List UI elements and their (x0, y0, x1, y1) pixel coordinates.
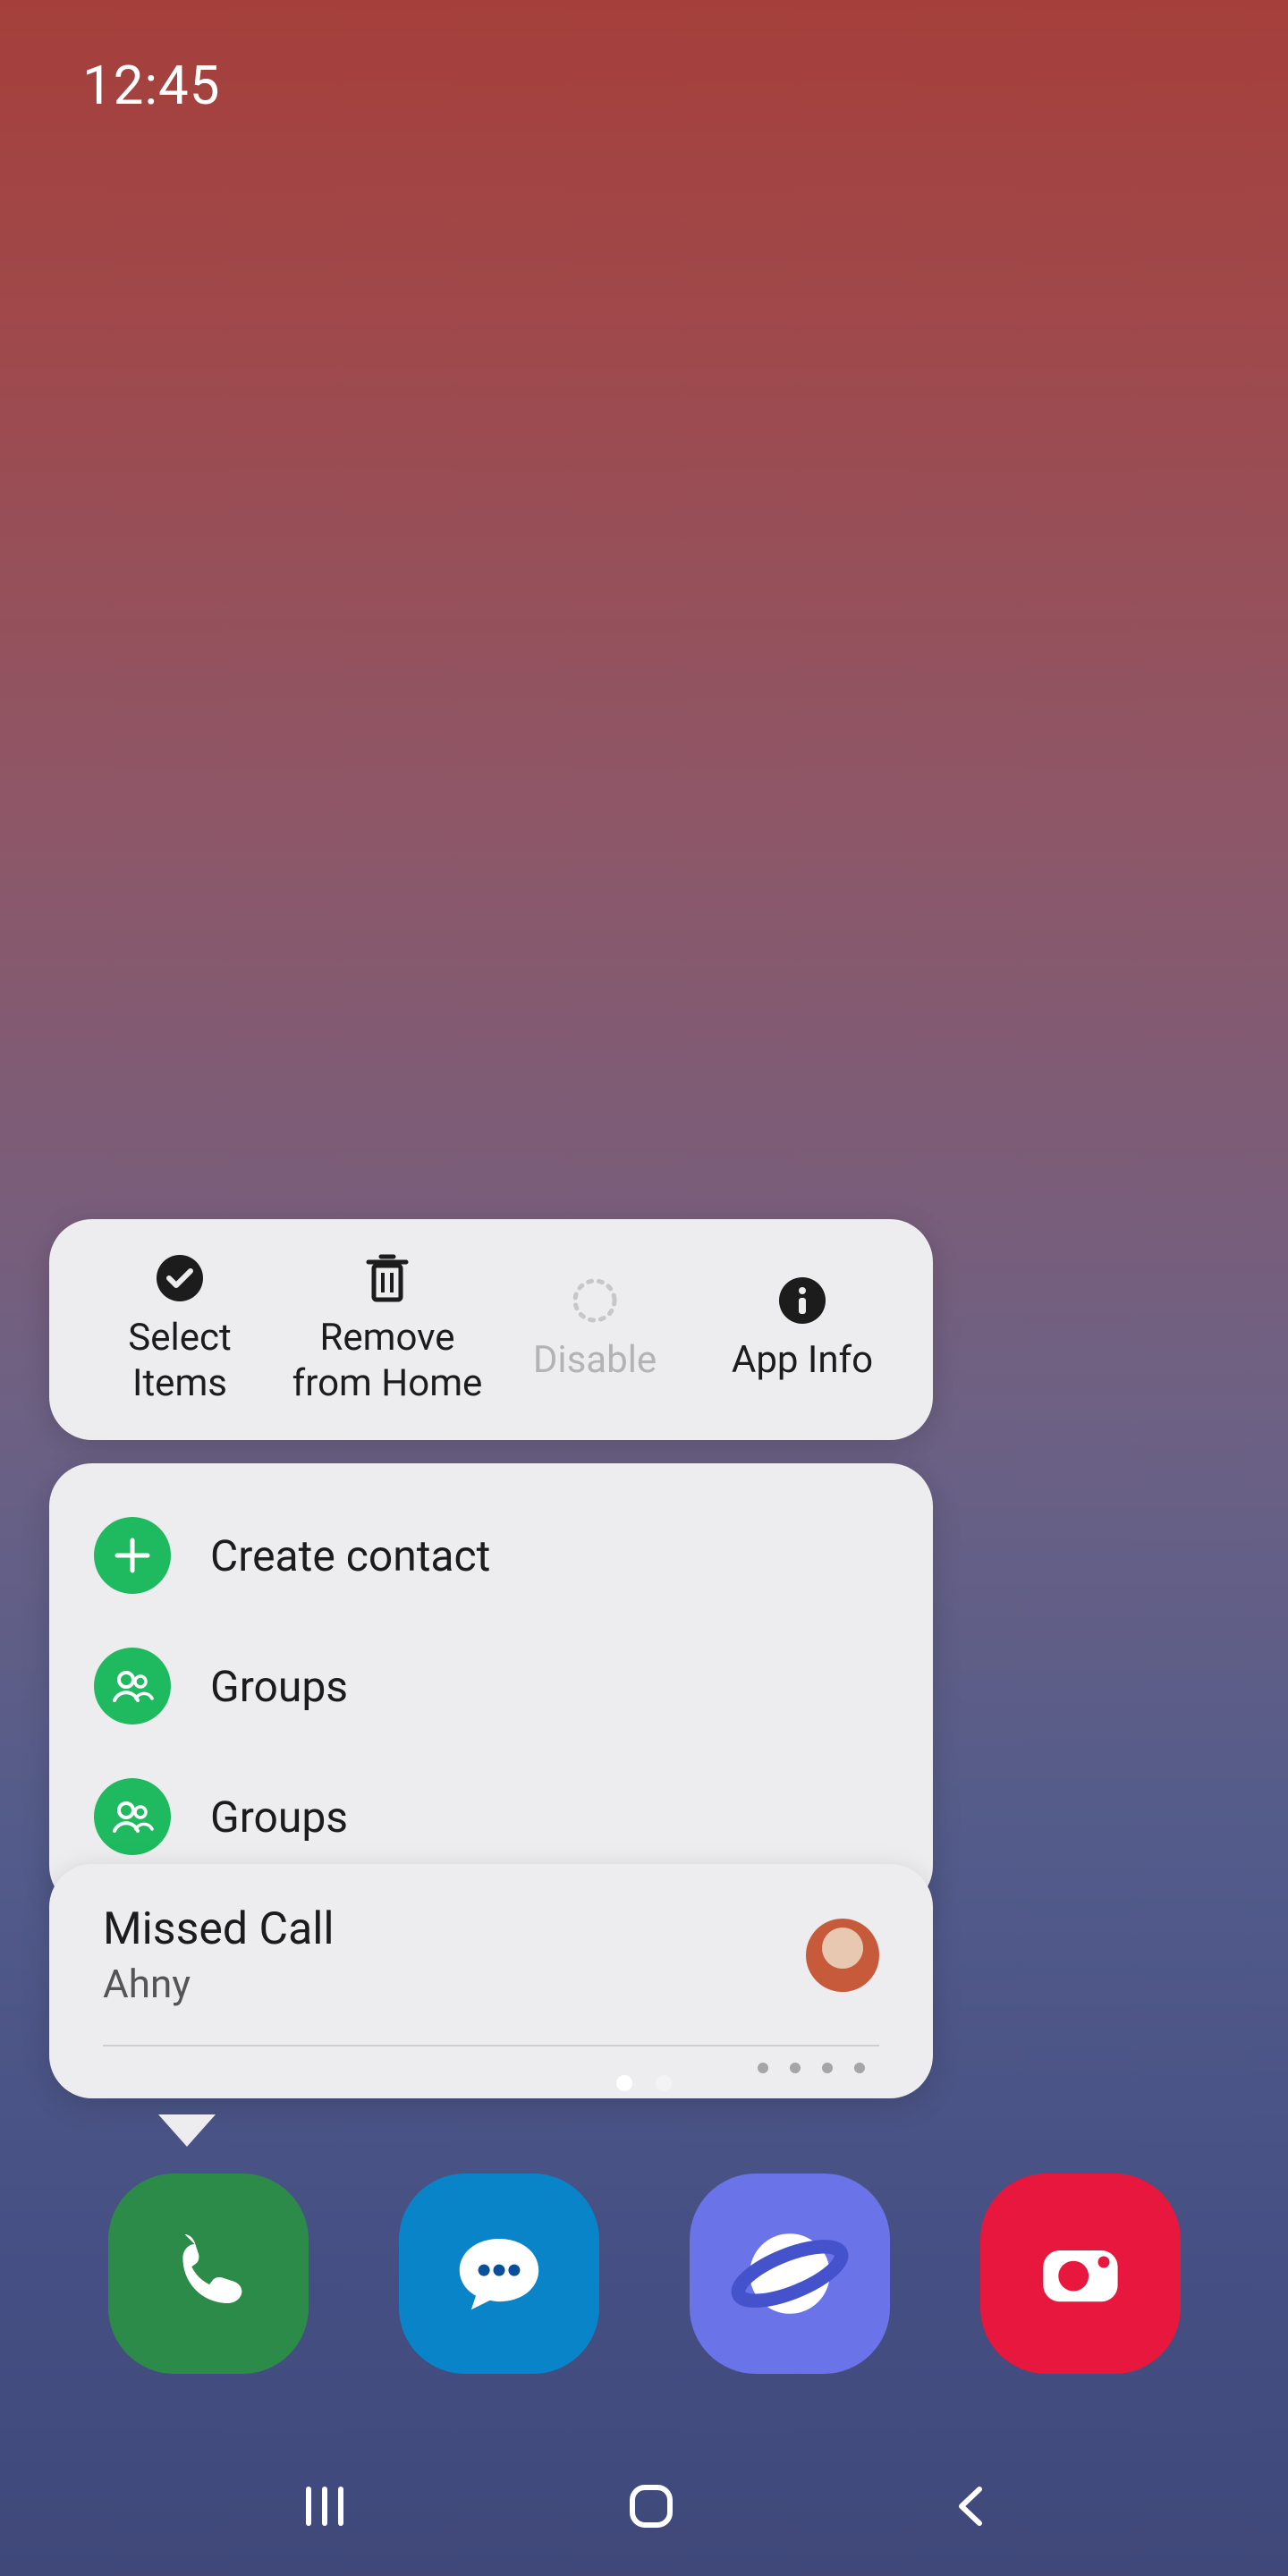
shortcut-label: Create contact (210, 1530, 490, 1581)
browser-app-icon[interactable] (690, 2174, 890, 2374)
context-notification-card[interactable]: Missed Call Ahny (49, 1864, 933, 2098)
avatar (806, 1919, 879, 1992)
notification-page-dots (103, 2063, 879, 2073)
home-screen: 12:45 Select Items Remove from Home Disa… (0, 0, 1288, 2576)
dock (0, 2174, 1288, 2374)
trash-icon (362, 1253, 412, 1303)
messages-app-icon[interactable] (399, 2174, 599, 2374)
remove-from-home-button[interactable]: Remove from Home (284, 1253, 491, 1406)
info-circle-icon (777, 1275, 827, 1326)
groups-shortcut[interactable]: Groups (94, 1751, 888, 1882)
groups-shortcut[interactable]: Groups (94, 1621, 888, 1751)
home-button[interactable] (627, 2482, 675, 2534)
page-dot (656, 2075, 672, 2091)
divider (103, 2045, 879, 2046)
recents-button[interactable] (300, 2484, 350, 2532)
action-label: Remove from Home (292, 1316, 483, 1406)
action-label: App Info (732, 1338, 873, 1383)
shortcut-label: Groups (210, 1792, 348, 1843)
people-icon (94, 1778, 171, 1855)
camera-app-icon[interactable] (980, 2174, 1181, 2374)
people-icon (94, 1648, 171, 1724)
app-info-button[interactable]: App Info (699, 1275, 906, 1383)
dotted-circle-icon (570, 1275, 620, 1326)
select-items-button[interactable]: Select Items (76, 1253, 284, 1406)
context-action-menu: Select Items Remove from Home Disable Ap… (49, 1219, 933, 1440)
action-label: Disable (533, 1338, 657, 1383)
home-page-indicator[interactable] (0, 2075, 1288, 2091)
back-button[interactable] (953, 2482, 988, 2534)
disable-button: Disable (491, 1275, 699, 1383)
navigation-bar (0, 2463, 1288, 2553)
phone-app-icon[interactable] (108, 2174, 309, 2374)
shortcut-label: Groups (210, 1661, 348, 1712)
plus-icon (94, 1517, 171, 1594)
create-contact-shortcut[interactable]: Create contact (94, 1490, 888, 1621)
notification-title: Missed Call (103, 1903, 335, 1955)
popup-arrow (158, 2114, 216, 2147)
action-label: Select Items (128, 1316, 231, 1406)
context-shortcuts-menu: Create contact Groups Groups (49, 1463, 933, 1909)
notification-subtitle: Ahny (103, 1961, 335, 2007)
check-circle-icon (155, 1253, 205, 1303)
status-time: 12:45 (82, 54, 220, 117)
page-dot-active (616, 2075, 632, 2091)
